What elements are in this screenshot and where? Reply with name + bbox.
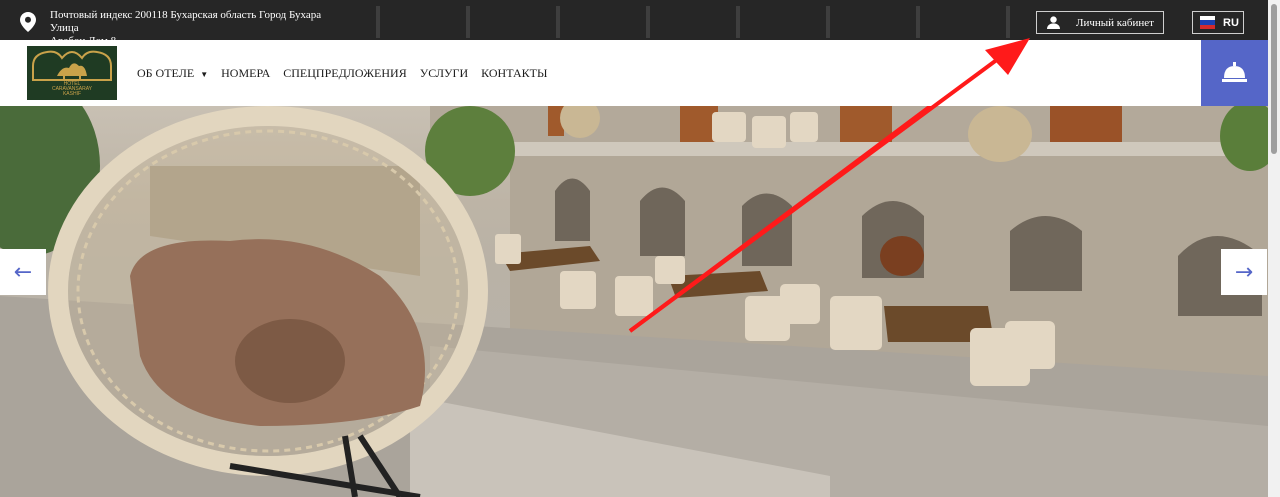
personal-cabinet-label: Личный кабинет xyxy=(1076,16,1154,29)
language-label: RU xyxy=(1223,16,1239,29)
nav-item-about[interactable]: ОБ ОТЕЛЕ ▼ xyxy=(137,66,208,81)
caret-down-icon: ▼ xyxy=(200,70,209,79)
nav-item-rooms[interactable]: НОМЕРА xyxy=(221,66,270,81)
nav-item-contacts[interactable]: КОНТАКТЫ xyxy=(481,66,547,81)
russia-flag-icon xyxy=(1200,16,1215,29)
top-bar: Почтовый индекс 200118 Бухарская область… xyxy=(0,0,1268,47)
personal-cabinet-button[interactable]: Личный кабинет xyxy=(1036,11,1164,34)
scrollbar-thumb[interactable] xyxy=(1271,4,1277,154)
address-line-1: Почтовый индекс 200118 Бухарская область… xyxy=(50,9,322,34)
service-bell-button[interactable] xyxy=(1201,40,1268,106)
main-navbar: HOTEL CARAVANSARAY KASHIF ОБ ОТЕЛЕ ▼ НОМЕ… xyxy=(0,40,1268,106)
nav-item-services[interactable]: УСЛУГИ xyxy=(420,66,468,81)
main-menu: ОБ ОТЕЛЕ ▼ НОМЕРА СПЕЦПРЕДЛОЖЕНИЯ УСЛУГИ … xyxy=(137,66,560,81)
slider-next-button[interactable]: → xyxy=(1221,249,1267,295)
hero-photo xyxy=(0,106,1268,497)
page-scrollbar[interactable] xyxy=(1268,0,1280,497)
language-selector[interactable]: RU xyxy=(1192,11,1244,34)
logo-text: HOTEL CARAVANSARAY KASHIF xyxy=(51,81,92,97)
slider-prev-button[interactable]: ← xyxy=(0,249,46,295)
decorative-pattern xyxy=(340,6,1040,38)
hotel-logo[interactable]: HOTEL CARAVANSARAY KASHIF xyxy=(27,46,117,100)
hero-slider: ← → xyxy=(0,106,1268,497)
nav-item-special-offers[interactable]: СПЕЦПРЕДЛОЖЕНИЯ xyxy=(283,66,406,81)
service-bell-icon xyxy=(1222,62,1247,82)
arrow-left-icon: ← xyxy=(13,259,33,285)
user-icon xyxy=(1047,16,1060,29)
map-pin-icon xyxy=(20,12,36,32)
arrow-right-icon: → xyxy=(1234,259,1254,285)
